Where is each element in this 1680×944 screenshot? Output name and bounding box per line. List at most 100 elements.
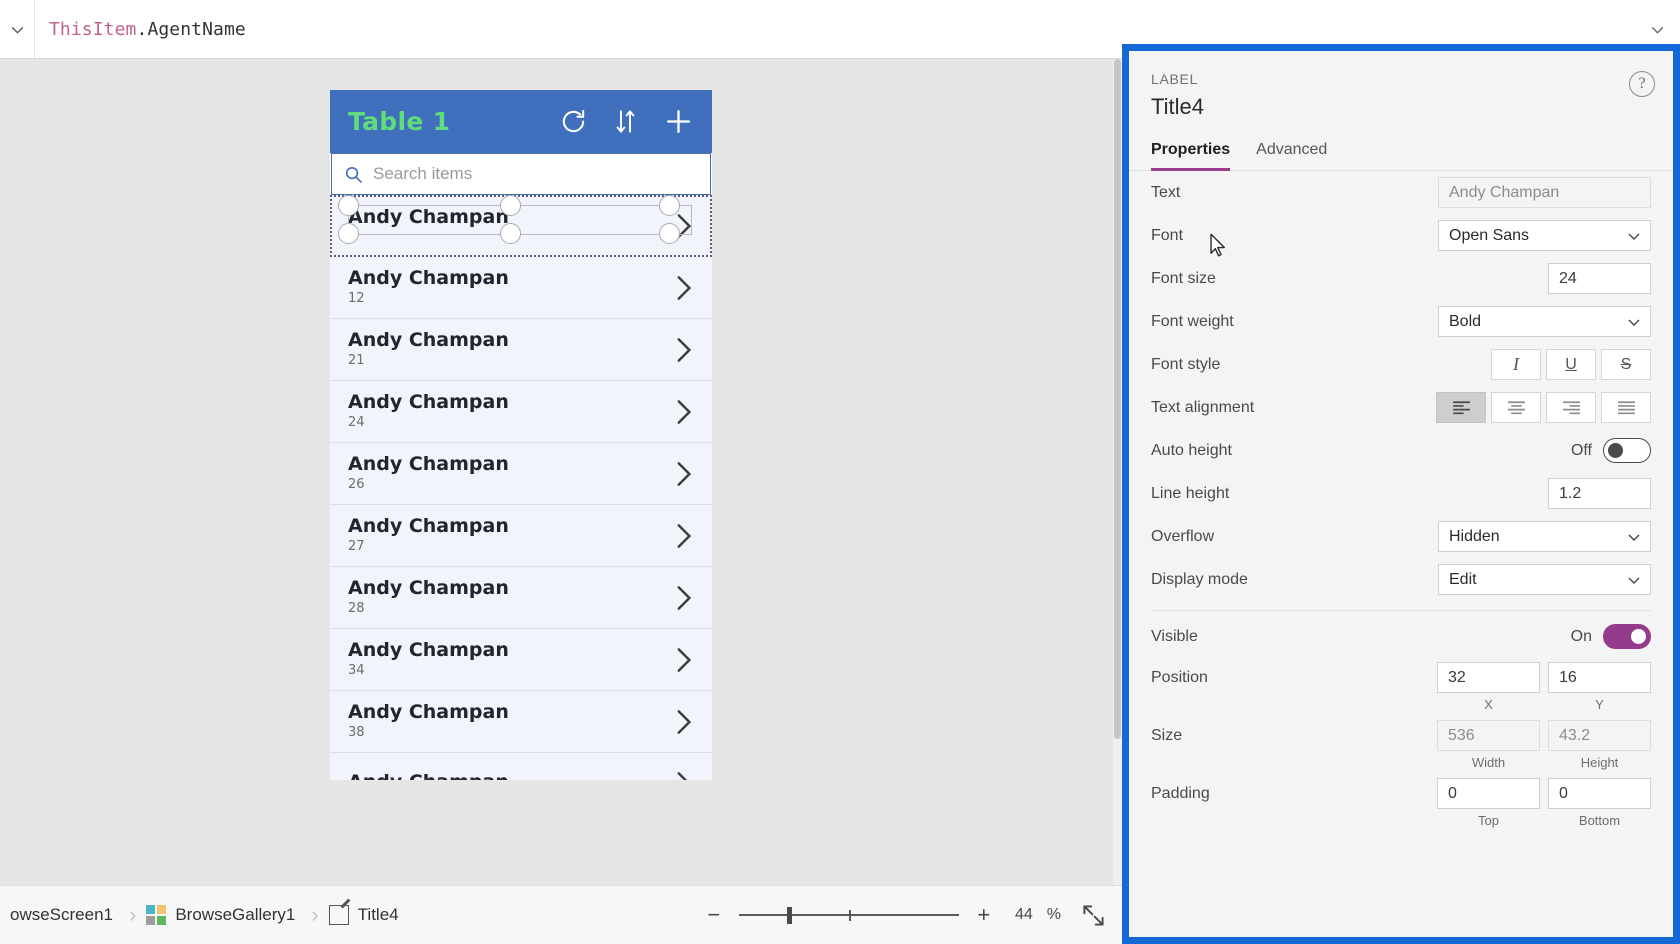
properties-panel: LABEL Title4 ? Properties Advanced Text …	[1122, 44, 1680, 944]
breadcrumb-label: BrowseGallery1	[175, 905, 295, 925]
property-control-font-style: I U S	[1365, 349, 1651, 380]
formula-property: AgentName	[147, 19, 245, 40]
zoom-slider[interactable]	[739, 904, 959, 926]
zoom-out-button[interactable]: −	[703, 904, 725, 926]
underline-button[interactable]: U	[1546, 349, 1596, 380]
help-icon[interactable]: ?	[1629, 71, 1655, 97]
align-center-icon[interactable]	[1491, 392, 1541, 423]
refresh-icon[interactable]	[559, 107, 588, 136]
property-row-text: Text Andy Champan	[1147, 171, 1655, 214]
tab-properties[interactable]: Properties	[1151, 141, 1230, 171]
list-item-subtitle: 28	[348, 601, 509, 616]
padding-top-input[interactable]: 0	[1437, 778, 1540, 809]
chevron-right-icon[interactable]	[673, 399, 694, 425]
chevron-right-icon[interactable]	[673, 337, 694, 363]
resize-handle-bottom-center[interactable]	[500, 223, 521, 244]
text-field[interactable]: Andy Champan	[1438, 177, 1651, 208]
canvas-scrollbar-thumb[interactable]	[1114, 59, 1121, 739]
search-input[interactable]: Search items	[331, 153, 711, 195]
list-item[interactable]: Andy Champan 27	[330, 505, 712, 567]
property-label-size: Size	[1151, 727, 1365, 745]
align-right-icon[interactable]	[1546, 392, 1596, 423]
list-item[interactable]: Andy Champan 21	[330, 319, 712, 381]
text-alignment-group	[1436, 392, 1651, 423]
strikethrough-button[interactable]: S	[1601, 349, 1651, 380]
list-item-title: Andy Champan	[348, 269, 509, 289]
align-left-icon[interactable]	[1436, 392, 1486, 423]
zoom-slider-thumb[interactable]	[787, 907, 792, 924]
property-control-display-mode: Edit	[1365, 564, 1651, 595]
list-item[interactable]: Andy Champan	[330, 753, 712, 780]
chevron-down-icon	[1626, 228, 1642, 244]
italic-button[interactable]: I	[1491, 349, 1541, 380]
breadcrumb-item-screen[interactable]: owseScreen1	[0, 886, 129, 944]
property-row-padding: Padding 0 0	[1147, 774, 1655, 813]
property-row-visible: Visible On	[1147, 615, 1655, 658]
list-item[interactable]: Andy Champan 28	[330, 567, 712, 629]
property-control-font-size: 24	[1365, 263, 1651, 294]
property-label-overflow: Overflow	[1151, 528, 1365, 546]
size-width-caption: Width	[1437, 755, 1540, 770]
formula-object: ThisItem	[49, 19, 137, 40]
resize-handle-top-right[interactable]	[659, 195, 680, 216]
property-row-line-height: Line height 1.2	[1147, 472, 1655, 515]
property-control-font-weight: Bold	[1365, 306, 1651, 337]
list-item[interactable]: Andy Champan 12	[330, 257, 712, 319]
chevron-right-icon[interactable]	[673, 275, 694, 301]
property-control-position: 32 16	[1365, 662, 1651, 693]
list-item-texts: Andy Champan 34	[348, 641, 509, 678]
position-y-input[interactable]: 16	[1548, 662, 1651, 693]
list-item[interactable]: Andy Champan 26	[330, 443, 712, 505]
chevron-right-icon[interactable]	[673, 461, 694, 487]
align-justify-icon[interactable]	[1601, 392, 1651, 423]
resize-handle-bottom-right[interactable]	[659, 223, 680, 244]
resize-handle-top-left[interactable]	[338, 195, 359, 216]
label-icon	[329, 905, 349, 925]
overflow-select[interactable]: Hidden	[1438, 521, 1651, 552]
formula-input[interactable]: ThisItem.AgentName	[35, 19, 1634, 40]
font-select[interactable]: Open Sans	[1438, 220, 1651, 251]
chevron-right-icon[interactable]	[673, 709, 694, 735]
position-x-input[interactable]: 32	[1437, 662, 1540, 693]
list-item-title: Andy Champan	[348, 517, 509, 537]
display-mode-select[interactable]: Edit	[1438, 564, 1651, 595]
property-control-visible: On	[1365, 624, 1651, 649]
add-icon[interactable]	[663, 106, 694, 137]
auto-height-toggle[interactable]	[1603, 438, 1651, 463]
list-item-subtitle: 26	[348, 477, 509, 492]
list-item[interactable]: Andy Champan 24	[330, 381, 712, 443]
resize-handle-bottom-left[interactable]	[338, 223, 359, 244]
property-label-font: Font	[1151, 227, 1365, 245]
fit-screen-icon[interactable]	[1075, 903, 1106, 928]
chevron-right-icon[interactable]	[673, 647, 694, 673]
visible-toggle[interactable]	[1603, 624, 1651, 649]
list-item-title: Andy Champan	[348, 208, 509, 228]
padding-bottom-input[interactable]: 0	[1548, 778, 1651, 809]
toggle-knob	[1631, 629, 1646, 644]
property-label-font-text: Font	[1151, 227, 1183, 244]
zoom-controls: − + 44 %	[703, 903, 1122, 928]
list-item-subtitle: 12	[348, 291, 509, 306]
property-row-font: Font Open Sans	[1147, 214, 1655, 257]
canvas-scrollbar[interactable]	[1113, 59, 1122, 885]
chevron-right-icon[interactable]	[673, 523, 694, 549]
chevron-right-icon[interactable]	[673, 585, 694, 611]
list-item[interactable]: Andy Champan 34	[330, 629, 712, 691]
breadcrumb-item-label[interactable]: Title4	[319, 886, 415, 944]
breadcrumb-item-gallery[interactable]: BrowseGallery1	[136, 886, 311, 944]
sort-icon[interactable]	[614, 108, 637, 135]
size-height-input[interactable]: 43.2	[1548, 720, 1651, 751]
formula-separator: .	[137, 19, 148, 40]
size-width-input[interactable]: 536	[1437, 720, 1540, 751]
line-height-input[interactable]: 1.2	[1548, 478, 1651, 509]
property-control-overflow: Hidden	[1365, 521, 1651, 552]
font-weight-select[interactable]: Bold	[1438, 306, 1651, 337]
resize-handle-top-center[interactable]	[500, 195, 521, 216]
zoom-in-button[interactable]: +	[973, 904, 995, 926]
font-size-input[interactable]: 24	[1548, 263, 1651, 294]
formula-collapse-chevron-down-icon[interactable]	[0, 0, 34, 58]
list-item[interactable]: Andy Champan 38	[330, 691, 712, 753]
tab-advanced[interactable]: Advanced	[1256, 141, 1327, 171]
chevron-right-icon[interactable]	[673, 771, 694, 781]
list-item[interactable]: Andy Champan 5	[330, 195, 712, 257]
